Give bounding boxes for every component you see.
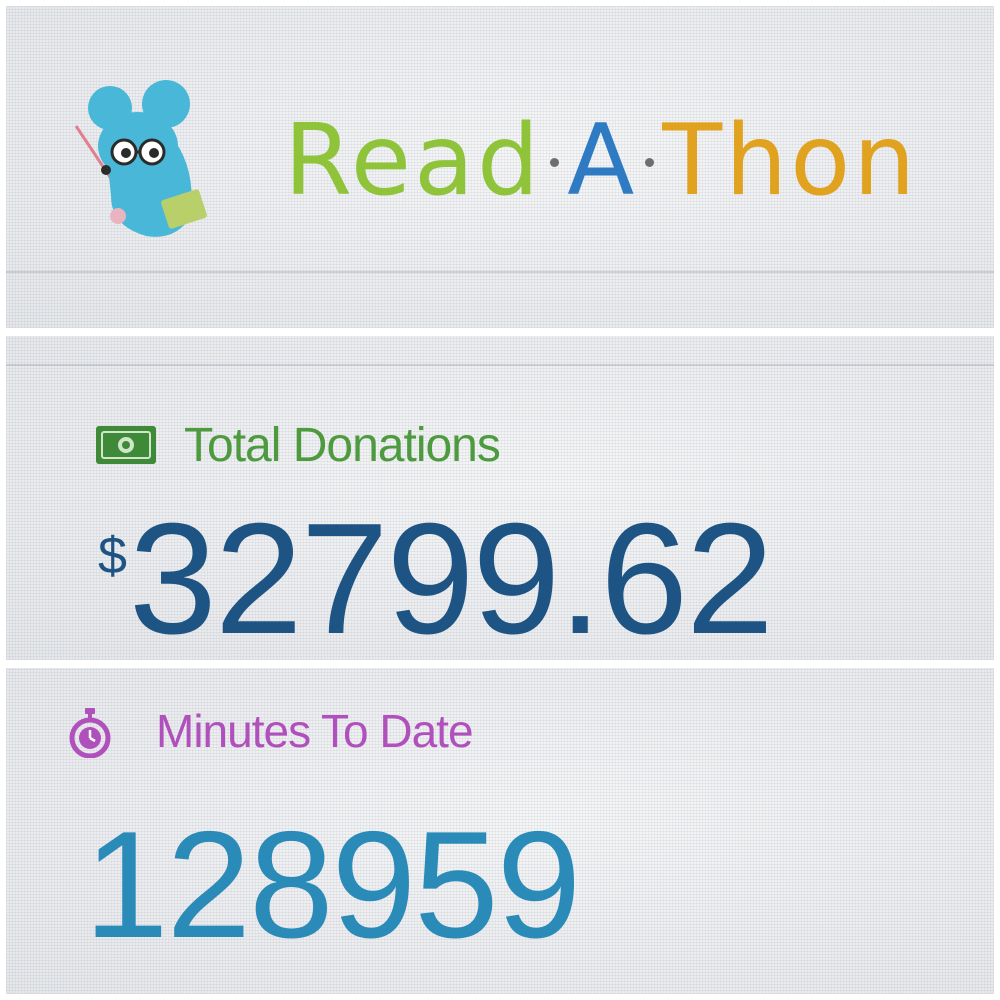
- minutes-value: 128959: [84, 800, 581, 970]
- brand-part-thon: Thon: [662, 104, 919, 218]
- minutes-to-date-label: Minutes To Date: [156, 705, 474, 757]
- divider: [6, 364, 994, 366]
- minutes-panel: Minutes To Date 128959: [6, 668, 994, 994]
- donations-value: 32799.62: [128, 491, 774, 660]
- total-donations-amount: $32799.62: [98, 500, 774, 658]
- donations-panel: Total Donations $32799.62: [6, 336, 994, 660]
- total-donations-label: Total Donations: [184, 419, 501, 472]
- divider: [6, 271, 994, 273]
- brand-dot: [645, 157, 655, 167]
- mouse-reading-icon: [74, 80, 207, 237]
- brand-dot: [550, 157, 560, 167]
- app-title: Read A Thon: [284, 106, 918, 216]
- photo-collage: Read A Thon Total Donations $32799.62 Minu…: [0, 0, 1000, 1000]
- brand-part-read: Read: [284, 104, 543, 218]
- stopwatch-icon: [69, 708, 111, 758]
- currency-symbol: $: [98, 527, 127, 585]
- brand-part-a: A: [567, 104, 638, 218]
- money-icon: [96, 426, 156, 464]
- header-panel: Read A Thon: [6, 6, 994, 328]
